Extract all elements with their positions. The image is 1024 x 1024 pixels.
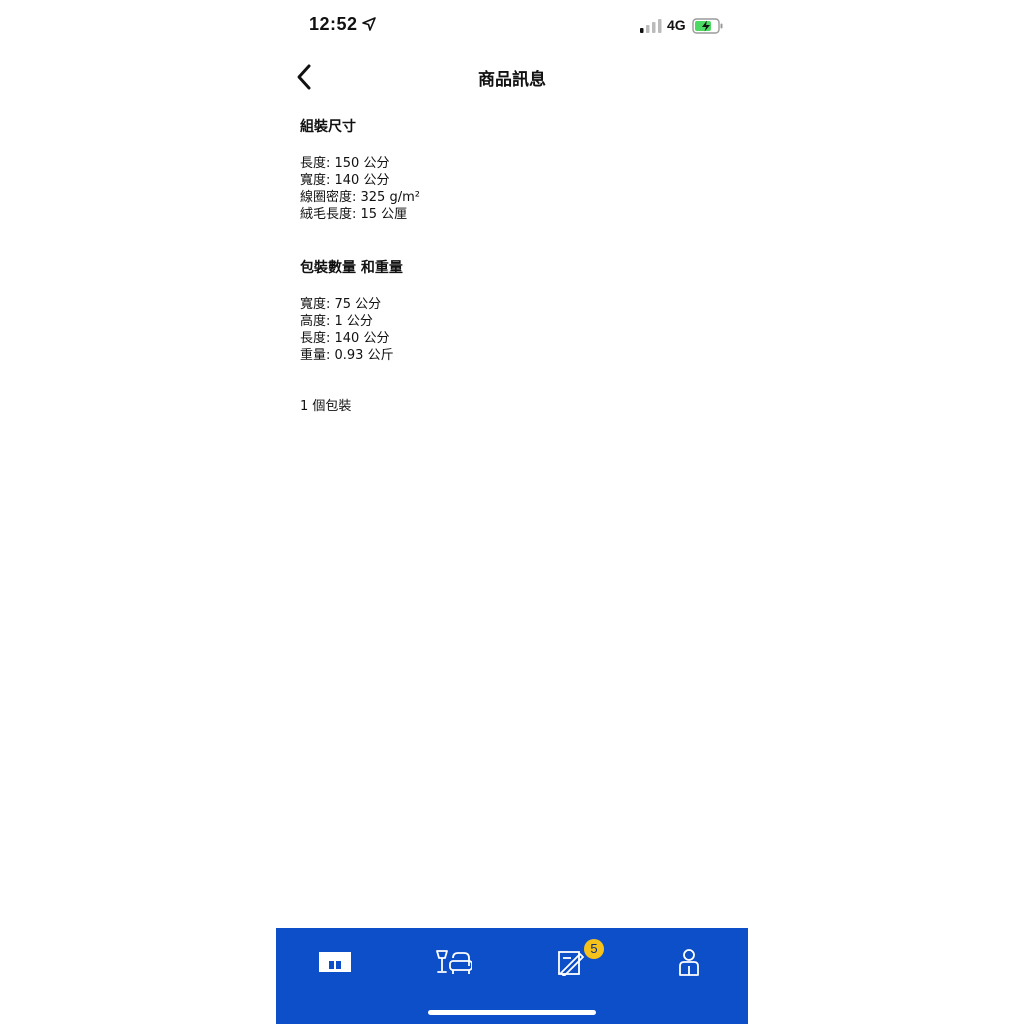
section-title: 組裝尺寸 — [300, 119, 356, 135]
navigation-bar: 商品訊息 — [276, 55, 748, 99]
spec-line: 重量: 0.93 公斤 — [300, 348, 394, 363]
package-count: 1 個包裝 — [300, 399, 352, 414]
page-title: 商品訊息 — [478, 70, 546, 90]
spec-line: 長度: 150 公分 — [300, 156, 390, 171]
spec-line: 高度: 1 公分 — [300, 314, 373, 329]
tab-rooms[interactable] — [394, 934, 512, 990]
shopping-list-icon — [558, 951, 584, 976]
tab-home[interactable] — [276, 934, 394, 990]
section-title: 包裝數量 和重量 — [300, 260, 403, 276]
profile-icon — [679, 949, 699, 976]
tab-shopping-list[interactable]: 5 — [512, 934, 630, 990]
status-time: 12:52 — [309, 14, 358, 34]
assembled-dimensions-section: 組裝尺寸 長度: 150 公分 寬度: 140 公分 線圈密度: 325 g/m… — [300, 117, 720, 223]
network-type: 4G — [667, 17, 686, 33]
spec-line: 寬度: 140 公分 — [300, 173, 390, 188]
tab-profile[interactable] — [630, 934, 748, 990]
status-bar: 12:52 4G — [276, 0, 748, 50]
spec-line: 長度: 140 公分 — [300, 331, 390, 346]
signal-icon — [640, 19, 662, 33]
rooms-icon — [436, 950, 472, 974]
spec-line: 絨毛長度: 15 公厘 — [300, 207, 408, 222]
home-indicator[interactable] — [428, 1010, 596, 1015]
spec-list: 寬度: 75 公分 高度: 1 公分 長度: 140 公分 重量: 0.93 公… — [300, 296, 720, 364]
spec-line: 線圈密度: 325 g/m² — [300, 190, 420, 205]
battery-charging-icon — [692, 18, 723, 34]
product-info-content: 組裝尺寸 長度: 150 公分 寬度: 140 公分 線圈密度: 325 g/m… — [300, 117, 720, 415]
phone-screen: 12:52 4G 商品訊息 組裝尺寸 長度: 150 公分 寬度: 140 公分… — [276, 0, 748, 1024]
spec-line: 寬度: 75 公分 — [300, 297, 382, 312]
spec-list: 長度: 150 公分 寬度: 140 公分 線圈密度: 325 g/m² 絨毛長… — [300, 155, 720, 223]
location-arrow-icon — [362, 17, 376, 31]
notification-badge: 5 — [584, 939, 604, 959]
bottom-tab-bar: 5 — [276, 928, 748, 1024]
package-quantity-weight-section: 包裝數量 和重量 寬度: 75 公分 高度: 1 公分 長度: 140 公分 重… — [300, 258, 720, 364]
home-icon — [319, 952, 351, 972]
